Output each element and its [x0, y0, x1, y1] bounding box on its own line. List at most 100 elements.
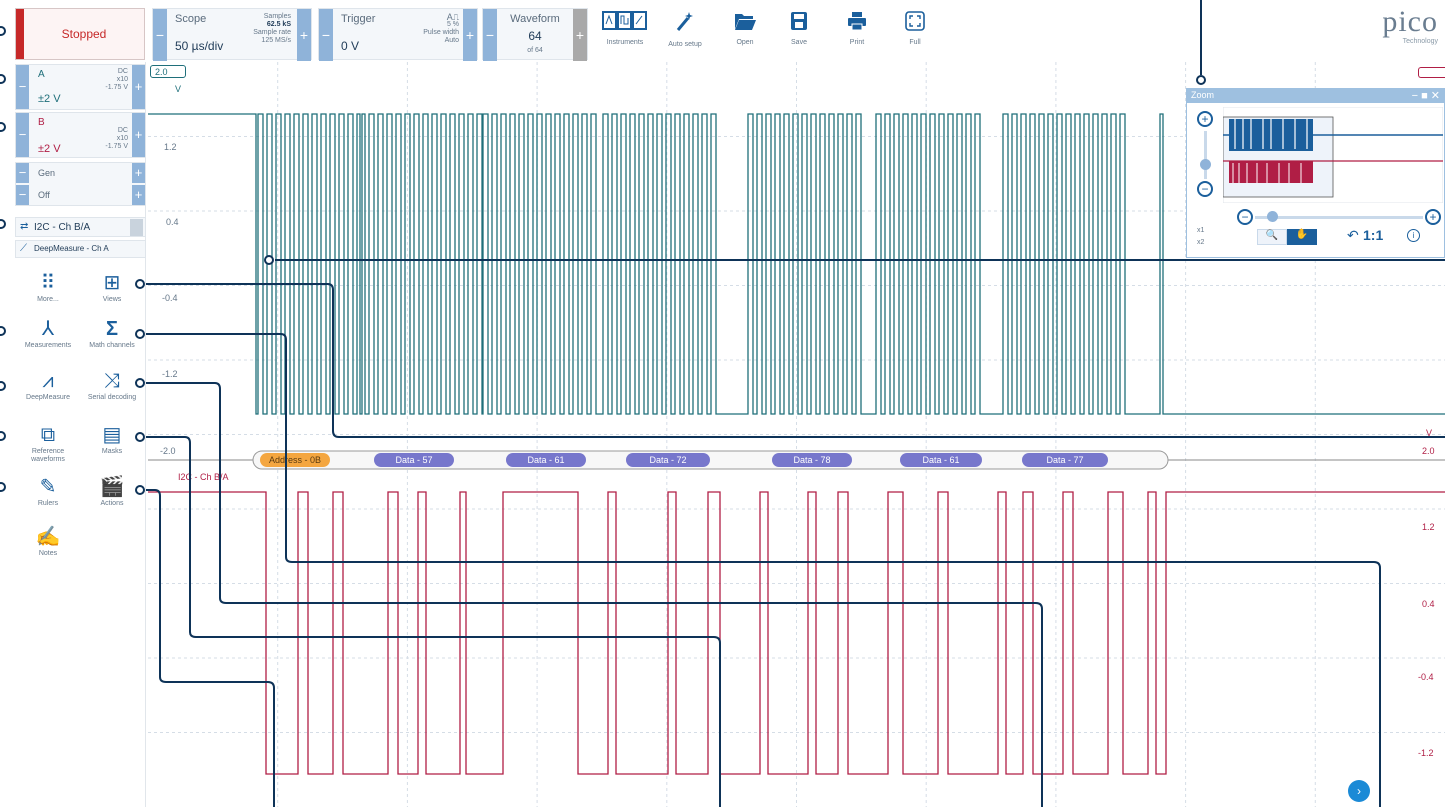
math-channels-label: Math channels — [89, 342, 135, 349]
timebase-value[interactable]: 50 µs/div — [175, 39, 223, 53]
gen-state-increase-button[interactable]: + — [132, 185, 145, 205]
channel-a-increase-button[interactable]: + — [132, 65, 145, 109]
actions-icon: 🎬 — [99, 476, 125, 498]
channel-a-panel[interactable]: − + A ±2 V DC x10 -1.75 V — [15, 64, 146, 110]
zoom-pan-button[interactable]: ✋ — [1287, 229, 1317, 245]
zoom-close-icon[interactable]: − ■ ✕ — [1412, 89, 1440, 102]
zoom-vertical-in-icon[interactable]: + — [1197, 111, 1213, 127]
delete-decoder-icon[interactable] — [130, 219, 143, 236]
decode-packet-address[interactable]: Address - 0B — [260, 453, 330, 467]
left-axis-top-marker[interactable]: 2.0 — [150, 65, 186, 78]
gen-state[interactable]: Off — [38, 190, 50, 200]
zoom-horizontal-slider[interactable] — [1255, 216, 1423, 219]
channel-b-increase-button[interactable]: + — [132, 113, 145, 157]
instruments-button[interactable]: Instruments — [600, 10, 650, 58]
gen-increase-button[interactable]: + — [132, 163, 145, 183]
reference-waveforms-label: Reference waveforms — [31, 448, 65, 463]
callout-marker — [0, 74, 6, 84]
zoom-titlebar[interactable]: Zoom − ■ ✕ — [1187, 89, 1444, 103]
more-label: More... — [37, 296, 59, 303]
measurements-icon: ⅄ — [41, 318, 55, 340]
next-page-button[interactable]: › — [1348, 780, 1370, 802]
decode-packet-data[interactable]: Data - 72 — [626, 453, 710, 467]
zoom-reset-ratio[interactable]: 1:1 — [1363, 227, 1383, 243]
masks-button[interactable]: ▤ Masks — [81, 422, 143, 456]
reference-waveforms-button[interactable]: ⧉ Reference waveforms — [17, 422, 79, 464]
channel-b-panel[interactable]: − + B ±2 V DC x10 -1.75 V — [15, 112, 146, 158]
serial-decoder-tag[interactable]: ⇄ I2C - Ch B/A — [15, 217, 146, 237]
save-button[interactable]: Save — [774, 10, 824, 58]
logo-subtext: Technology — [1402, 38, 1438, 45]
gen-state-decrease-button[interactable]: − — [16, 185, 29, 205]
channel-a-offset[interactable]: -1.75 V — [86, 84, 128, 92]
zoom-horizontal-out-icon[interactable]: − — [1237, 209, 1253, 225]
trigger-decrease-button[interactable]: − — [319, 9, 333, 61]
run-stop-button[interactable]: Stopped — [15, 8, 145, 60]
channel-a-decrease-button[interactable]: − — [16, 65, 29, 109]
zoom-horizontal-in-icon[interactable]: + — [1425, 209, 1441, 225]
channel-b-offset[interactable]: -1.75 V — [86, 143, 128, 151]
auto-setup-button[interactable]: Auto setup — [660, 10, 710, 58]
zoom-undo-icon[interactable]: ↶ — [1347, 227, 1359, 244]
rulers-button[interactable]: ✎ Rulers — [17, 474, 79, 508]
zoom-horizontal-thumb[interactable] — [1267, 211, 1278, 222]
views-label: Views — [102, 296, 122, 303]
zoom-vertical-thumb[interactable] — [1200, 159, 1211, 170]
channel-b-decrease-button[interactable]: − — [16, 113, 29, 157]
trigger-level-value[interactable]: 0 V — [341, 39, 359, 53]
gen-decrease-button[interactable]: − — [16, 163, 29, 183]
measurements-button[interactable]: ⅄ Measurements — [17, 316, 79, 350]
sigma-icon: Σ — [105, 318, 118, 340]
channel-a-coupling[interactable]: DC — [86, 68, 128, 76]
right-axis-marker[interactable] — [1418, 67, 1445, 78]
instruments-icon — [600, 10, 650, 39]
channel-a-range[interactable]: ±2 V — [38, 93, 61, 105]
decode-packet-data[interactable]: Data - 57 — [374, 453, 454, 467]
waveform-previous-button[interactable]: − — [483, 9, 497, 61]
views-button[interactable]: ⊞ Views — [81, 270, 143, 304]
timebase-decrease-button[interactable]: − — [153, 9, 167, 61]
scope-view[interactable]: 2.0 V 1.2 0.4 -0.4 -1.2 -2.0 V 2.0 1.2 0… — [148, 62, 1445, 807]
callout-marker — [135, 329, 145, 339]
trigger-title: Trigger — [341, 13, 376, 25]
decode-packet-data[interactable]: Data - 61 — [506, 453, 586, 467]
decode-packet-data[interactable]: Data - 78 — [772, 453, 852, 467]
more-button[interactable]: ⠿ More... — [17, 270, 79, 304]
deepmeasure-button[interactable]: ⩘ DeepMeasure — [17, 368, 79, 402]
actions-button[interactable]: 🎬 Actions — [81, 474, 143, 508]
zoom-info-icon[interactable]: i — [1407, 229, 1420, 242]
left-tick-3: -0.4 — [162, 293, 178, 303]
zoom-vertical-out-icon[interactable]: − — [1197, 181, 1213, 197]
signal-generator-panel[interactable]: − + − + Gen Off — [15, 162, 146, 206]
fullscreen-label: Full — [909, 39, 921, 46]
channel-b-range[interactable]: ±2 V — [38, 143, 61, 155]
callout-marker — [0, 122, 6, 132]
zoom-preview[interactable] — [1222, 106, 1444, 204]
serial-decoding-button[interactable]: ⤨ Serial decoding — [81, 368, 143, 402]
notes-button[interactable]: ✍ Notes — [17, 524, 79, 558]
channel-a-probe[interactable]: x10 — [86, 76, 128, 84]
print-button[interactable]: Print — [832, 10, 882, 58]
trigger-threshold: 5 % — [446, 21, 459, 28]
trigger-mode[interactable]: Auto — [407, 37, 459, 45]
decode-packet-data[interactable]: Data - 77 — [1022, 453, 1108, 467]
serial-decoding-label: Serial decoding — [87, 394, 137, 401]
left-axis-top-value: 2.0 — [155, 67, 168, 77]
timebase-increase-button[interactable]: + — [297, 9, 311, 61]
deepmeasure-tag[interactable]: ⟋ DeepMeasure - Ch A — [15, 240, 146, 258]
callout-marker — [0, 431, 6, 441]
waveform-next-button[interactable]: + — [573, 9, 587, 61]
channel-b-coupling[interactable]: DC — [86, 127, 128, 135]
decode-packet-data[interactable]: Data - 61 — [900, 453, 982, 467]
zoom-overview-window[interactable]: Zoom − ■ ✕ + − − + x1 x2 🔍 ✋ ↶ 1:1 i — [1186, 88, 1445, 258]
zoom-vertical-slider[interactable] — [1204, 131, 1207, 179]
open-button[interactable]: Open — [720, 10, 770, 58]
trigger-increase-button[interactable]: + — [463, 9, 477, 61]
math-channels-button[interactable]: Σ Math channels — [81, 316, 143, 350]
samples-value[interactable]: 62.5 kS — [247, 21, 291, 29]
zoom-magnify-button[interactable]: 🔍 — [1257, 229, 1287, 245]
pulse-trigger-icon[interactable]: A⎍ — [407, 13, 459, 22]
waveform-current[interactable]: 64 — [503, 29, 567, 43]
fullscreen-button[interactable]: Full — [890, 10, 940, 58]
channel-b-probe[interactable]: x10 — [86, 135, 128, 143]
